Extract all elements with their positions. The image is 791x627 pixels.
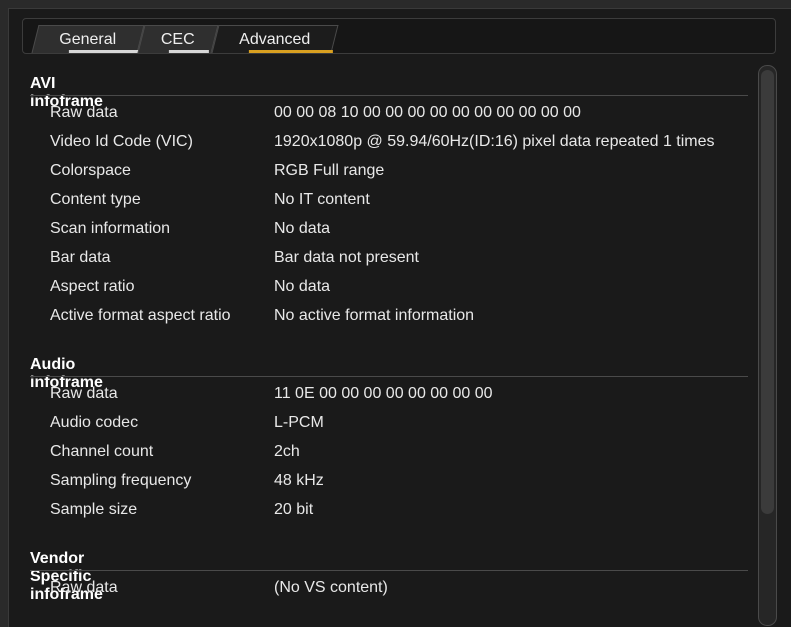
tab-general-label: General xyxy=(59,31,117,48)
row-label: Active format aspect ratio xyxy=(50,307,231,324)
tab-cec[interactable]: CEC xyxy=(137,25,219,53)
row-label: Bar data xyxy=(50,249,111,266)
scrollbar-thumb[interactable] xyxy=(761,70,774,514)
row-label: Content type xyxy=(50,191,141,208)
row-label: Sample size xyxy=(50,501,138,518)
row-value: 20 bit xyxy=(274,501,314,518)
row-label: Sampling frequency xyxy=(50,472,192,489)
row-value: 48 kHz xyxy=(274,472,324,489)
row-label: Raw data xyxy=(50,104,118,121)
row-value: (No VS content) xyxy=(274,579,388,596)
tab-cec-label: CEC xyxy=(160,31,195,48)
row-label: Colorspace xyxy=(50,162,131,179)
section-divider xyxy=(30,570,748,571)
row-label: Channel count xyxy=(50,443,154,460)
row-label: Raw data xyxy=(50,385,118,402)
row-value: No data xyxy=(274,278,331,295)
row-value: No IT content xyxy=(274,191,370,208)
vertical-scrollbar[interactable] xyxy=(758,65,777,626)
row-label: Aspect ratio xyxy=(50,278,135,295)
tab-advanced-label: Advanced xyxy=(239,31,311,48)
row-value: L-PCM xyxy=(274,414,324,431)
row-value: 00 00 08 10 00 00 00 00 00 00 00 00 00 0… xyxy=(274,104,581,121)
row-value: 11 0E 00 00 00 00 00 00 00 00 xyxy=(274,385,493,402)
section-divider xyxy=(30,95,748,96)
tab-general[interactable]: General xyxy=(31,25,145,53)
row-value: Bar data not present xyxy=(274,249,419,266)
row-label: Video Id Code (VIC) xyxy=(50,133,193,150)
tab-cec-underline xyxy=(168,50,209,53)
row-value: No active format information xyxy=(274,307,475,324)
row-value: 1920x1080p @ 59.94/60Hz(ID:16) pixel dat… xyxy=(274,133,715,150)
tab-bar: General CEC Advanced xyxy=(22,18,776,54)
row-value: 2ch xyxy=(274,443,300,460)
tab-advanced-underline xyxy=(248,50,333,53)
row-label: Audio codec xyxy=(50,414,139,431)
row-label: Scan information xyxy=(50,220,171,237)
tab-advanced[interactable]: Advanced xyxy=(211,25,339,53)
tab-general-underline xyxy=(68,50,139,53)
row-value: RGB Full range xyxy=(274,162,385,179)
section-divider xyxy=(30,376,748,377)
row-label: Raw data xyxy=(50,579,118,596)
row-value: No data xyxy=(274,220,331,237)
